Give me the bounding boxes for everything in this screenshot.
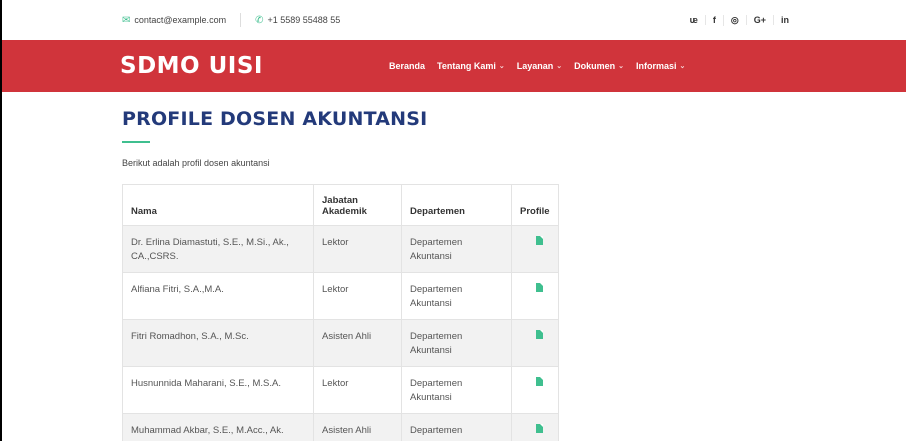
nav-label: Beranda (388, 61, 425, 71)
envelope-icon: ✉ (122, 14, 131, 26)
chevron-down-icon: ⌄ (679, 63, 686, 70)
table-row: Alfiana Fitri, S.A.,M.A. Lektor Departem… (122, 272, 559, 320)
site-header: SDMO UISI Beranda Tentang Kami ⌄ Layanan… (2, 40, 906, 92)
cell-profile (511, 272, 559, 320)
linkedin-icon[interactable]: in (773, 15, 796, 25)
table-row: Dr. Erlina Diamastuti, S.E., M.Si., Ak.,… (122, 225, 559, 273)
cell-jabatan: Lektor (313, 366, 402, 414)
table-row: Muhammad Akbar, S.E., M.Acc., Ak. Asiste… (122, 413, 559, 441)
col-header-nama: Nama (122, 184, 314, 226)
col-header-jabatan: Jabatan Akademik (313, 184, 402, 226)
brand-logo[interactable]: SDMO UISI (120, 53, 263, 79)
cell-departemen: Departemen Akuntansi (401, 366, 512, 414)
nav-label: Dokumen (574, 61, 616, 71)
cell-nama: Fitri Romadhon, S.A., M.Sc. (122, 319, 314, 367)
chevron-down-icon: ⌄ (498, 63, 505, 70)
instagram-icon[interactable]: ◎ (722, 14, 746, 26)
main-nav: Beranda Tentang Kami ⌄ Layanan ⌄ Dokumen… (389, 61, 685, 71)
cell-nama: Husnunnida Maharani, S.E., M.S.A. (122, 366, 314, 414)
cell-departemen: Departemen Akuntansi (401, 225, 512, 273)
col-header-jabatan-line1: Jabatan (322, 195, 358, 206)
col-header-profile: Profile (511, 184, 559, 226)
cell-jabatan: Lektor (313, 225, 402, 273)
cell-departemen: Departemen Akuntansi (401, 272, 512, 320)
facebook-icon[interactable]: f (704, 15, 723, 25)
divider (240, 13, 242, 27)
cell-nama: Muhammad Akbar, S.E., M.Acc., Ak. (122, 413, 314, 441)
nav-item-tentang-kami[interactable]: Tentang Kami ⌄ (437, 61, 505, 71)
nav-item-dokumen[interactable]: Dokumen ⌄ (574, 61, 624, 71)
email-text[interactable]: contact@example.com (134, 15, 226, 25)
table-header-row: Nama Jabatan Akademik Departemen Profile (122, 184, 559, 226)
phone-icon: ✆ (255, 14, 264, 26)
nav-label: Layanan (516, 61, 554, 71)
nav-item-informasi[interactable]: Informasi ⌄ (636, 61, 685, 71)
cell-departemen: Departemen (401, 413, 512, 441)
document-icon[interactable] (536, 283, 543, 292)
nav-label: Tentang Kami (436, 61, 496, 71)
phone-text[interactable]: +1 5589 55488 55 (267, 15, 340, 25)
cell-profile (511, 413, 559, 441)
cell-jabatan: Asisten Ahli (313, 413, 402, 441)
document-icon[interactable] (536, 236, 543, 245)
page-title: PROFILE DOSEN AKUNTANSI (122, 108, 428, 130)
cell-profile (511, 319, 559, 367)
top-bar: ✉ contact@example.com ✆ +1 5589 55488 55… (2, 0, 906, 40)
contact-phone[interactable]: ✆ +1 5589 55488 55 (255, 15, 340, 26)
document-icon[interactable] (536, 424, 543, 433)
cell-profile (511, 225, 559, 273)
social-links: ᵫ f ◎ G+ in (683, 14, 796, 26)
intro-text: Berikut adalah profil dosen akuntansi (122, 158, 270, 168)
document-icon[interactable] (536, 377, 543, 386)
page: ✉ contact@example.com ✆ +1 5589 55488 55… (2, 0, 906, 441)
lecturer-table: Nama Jabatan Akademik Departemen Profile… (122, 184, 559, 441)
table-row: Fitri Romadhon, S.A., M.Sc. Asisten Ahli… (122, 319, 559, 367)
main-content: PROFILE DOSEN AKUNTANSI Berikut adalah p… (2, 92, 906, 441)
cell-departemen: Departemen Akuntansi (401, 319, 512, 367)
col-header-jabatan-line2: Akademik (322, 206, 367, 217)
document-icon[interactable] (536, 330, 543, 339)
contact-email[interactable]: ✉ contact@example.com (122, 15, 226, 26)
table-row: Husnunnida Maharani, S.E., M.S.A. Lektor… (122, 366, 559, 414)
nav-label: Informasi (635, 61, 677, 71)
cell-nama: Alfiana Fitri, S.A.,M.A. (122, 272, 314, 320)
nav-item-layanan[interactable]: Layanan ⌄ (517, 61, 562, 71)
title-underline (122, 141, 150, 143)
twitter-icon[interactable]: ᵫ (683, 15, 705, 25)
cell-nama: Dr. Erlina Diamastuti, S.E., M.Si., Ak.,… (122, 225, 314, 273)
cell-profile (511, 366, 559, 414)
cell-jabatan: Asisten Ahli (313, 319, 402, 367)
col-header-departemen: Departemen (401, 184, 512, 226)
google-plus-icon[interactable]: G+ (745, 15, 773, 25)
chevron-down-icon: ⌄ (556, 63, 563, 70)
nav-item-beranda[interactable]: Beranda (389, 61, 425, 71)
chevron-down-icon: ⌄ (618, 63, 624, 70)
cell-jabatan: Lektor (313, 272, 402, 320)
